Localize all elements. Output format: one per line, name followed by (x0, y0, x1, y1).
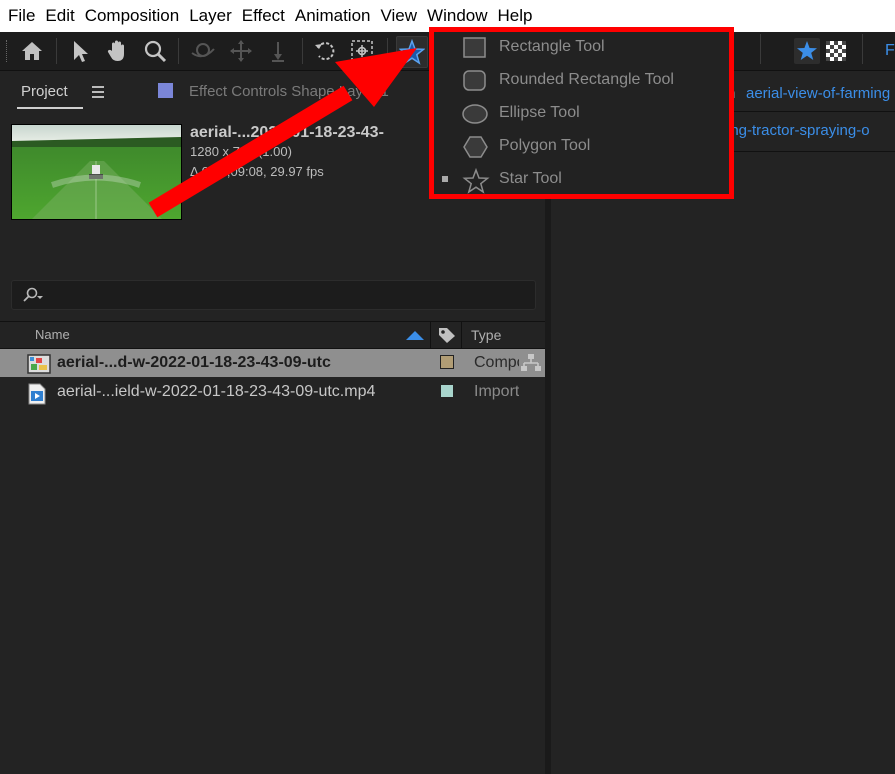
home-icon[interactable] (17, 36, 47, 66)
column-name[interactable]: Name (35, 327, 70, 342)
menu-animation[interactable]: Animation (295, 6, 371, 26)
active-tab-indicator (17, 107, 83, 109)
star-icon[interactable] (794, 38, 820, 64)
table-row[interactable]: aerial-...ield-w-2022-01-18-23-43-09-utc… (0, 378, 545, 406)
selection-tool-icon[interactable] (65, 36, 95, 66)
composition-icon (27, 354, 51, 374)
tab-composition[interactable]: aerial-view-of-farming (746, 85, 890, 102)
column-type[interactable]: Type (471, 327, 501, 343)
pan-camera-icon[interactable] (226, 36, 256, 66)
menu-window[interactable]: Window (427, 6, 487, 26)
toolbar-divider (178, 38, 179, 64)
flowchart-icon[interactable] (520, 353, 542, 373)
column-header: Name Type (0, 321, 545, 349)
row-label-swatch[interactable] (440, 355, 454, 369)
effect-controls-swatch (158, 83, 173, 98)
column-separator[interactable] (461, 322, 462, 348)
table-row[interactable]: aerial-...d-w-2022-01-18-23-43-09-utc Co… (0, 349, 545, 377)
toolbar-divider (56, 38, 57, 64)
tab-project[interactable]: Project (21, 83, 68, 100)
toolbar-divider (302, 38, 303, 64)
rotation-tool-icon[interactable] (310, 36, 340, 66)
footage-dimensions: 1280 x 720 (1.00) (190, 144, 292, 159)
anchor-point-tool-icon[interactable] (347, 36, 377, 66)
video-file-icon (28, 383, 46, 405)
footage-title: aerial-...2022-01-18-23-43- (190, 124, 384, 141)
highlight-box (429, 27, 734, 199)
label-tag-icon[interactable] (437, 326, 457, 344)
row-type: Composition (474, 354, 519, 371)
toolbar-divider (862, 34, 863, 64)
tab-effect-controls[interactable]: Effect Controls Shape Layer 1 (189, 83, 389, 100)
row-label-swatch[interactable] (440, 384, 454, 398)
row-name: aerial-...ield-w-2022-01-18-23-43-09-utc… (57, 383, 376, 400)
menu-layer[interactable]: Layer (189, 6, 232, 26)
composition-breadcrumb[interactable]: ing-tractor-spraying-o (727, 122, 870, 139)
menu-effect[interactable]: Effect (242, 6, 285, 26)
project-search-input[interactable] (11, 280, 536, 310)
toolbar-divider (387, 38, 388, 64)
menu-view[interactable]: View (381, 6, 418, 26)
column-separator[interactable] (430, 322, 431, 348)
row-type: Importer (474, 383, 519, 400)
star-tool-button[interactable] (396, 36, 428, 68)
hand-tool-icon[interactable] (102, 36, 132, 66)
dolly-camera-icon[interactable] (263, 36, 293, 66)
search-icon (23, 287, 43, 302)
menu-edit[interactable]: Edit (45, 6, 74, 26)
footage-duration: Δ 0;00;09:08, 29.97 fps (190, 164, 324, 179)
toolbar-grip[interactable] (6, 40, 9, 62)
row-name: aerial-...d-w-2022-01-18-23-43-09-utc (57, 354, 331, 371)
toolbar-divider (760, 34, 761, 64)
zoom-tool-icon[interactable] (140, 36, 170, 66)
panel-menu-icon[interactable] (92, 86, 104, 101)
menu-composition[interactable]: Composition (85, 6, 180, 26)
toolbar-right-label[interactable]: F (885, 42, 895, 60)
menu-file[interactable]: File (8, 6, 35, 26)
checkerboard-icon[interactable] (826, 41, 846, 61)
footage-thumbnail (11, 124, 182, 220)
orbit-camera-icon[interactable] (188, 36, 218, 66)
sort-ascending-icon[interactable] (406, 331, 424, 340)
menu-help[interactable]: Help (498, 6, 533, 26)
